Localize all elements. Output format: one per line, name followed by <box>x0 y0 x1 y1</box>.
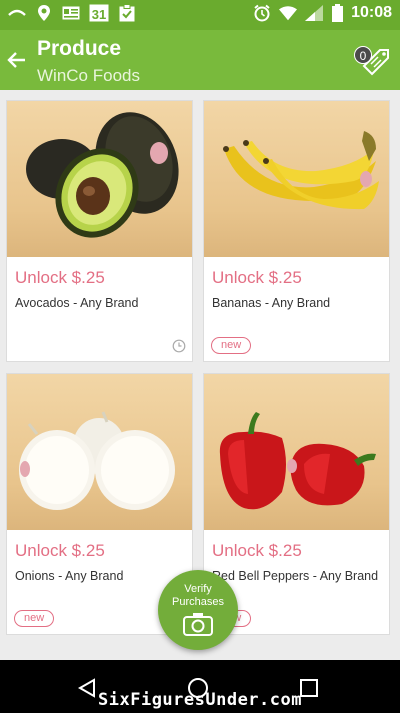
clipboard-check-icon <box>118 4 136 22</box>
battery-icon <box>331 4 343 22</box>
onions-icon <box>7 374 192 530</box>
avocado-icon <box>7 101 192 257</box>
store-name: WinCo Foods <box>37 66 140 85</box>
calendar-icon: 31 <box>89 4 109 22</box>
verify-purchases-button[interactable]: Verify Purchases <box>158 570 238 650</box>
cart-count-badge: 0 <box>354 46 372 64</box>
offer-amount: Unlock $.25 <box>212 268 302 287</box>
clock-icon <box>172 339 186 353</box>
red-peppers-icon <box>204 374 389 530</box>
product-name: Red Bell Peppers - Any Brand <box>212 569 379 583</box>
product-card-bananas[interactable]: Unlock $.25 Bananas - Any Brand new <box>203 100 390 362</box>
product-name: Avocados - Any Brand <box>15 296 139 310</box>
product-name: Onions - Any Brand <box>15 569 124 583</box>
offer-amount: Unlock $.25 <box>15 541 105 560</box>
calendar-day-text: 31 <box>92 7 106 22</box>
product-name: Bananas - Any Brand <box>212 296 331 310</box>
id-card-icon <box>62 4 80 22</box>
offer-amount: Unlock $.25 <box>212 541 302 560</box>
product-card-avocados[interactable]: Unlock $.25 Avocados - Any Brand <box>6 100 193 362</box>
location-pin-icon <box>35 4 53 22</box>
status-time: 10:08 <box>351 4 392 21</box>
wifi-icon <box>279 4 298 22</box>
camera-icon <box>183 612 213 636</box>
status-bar: 31 10:08 <box>0 0 400 30</box>
rss-feed-icon <box>8 4 26 22</box>
new-badge: new <box>14 610 55 627</box>
alarm-icon <box>253 4 271 22</box>
verify-purchases-label-line1: Verify <box>184 583 212 595</box>
back-arrow-icon[interactable] <box>5 48 29 72</box>
offer-amount: Unlock $.25 <box>15 268 105 287</box>
signal-icon <box>305 4 324 22</box>
new-badge: new <box>211 337 252 354</box>
watermark-text: SixFiguresUnder.com <box>98 690 302 710</box>
page-title: Produce <box>37 37 122 60</box>
bananas-icon <box>204 101 389 257</box>
app-bar: Produce WinCo Foods 0 <box>0 30 400 90</box>
verify-purchases-label-line2: Purchases <box>172 596 224 608</box>
